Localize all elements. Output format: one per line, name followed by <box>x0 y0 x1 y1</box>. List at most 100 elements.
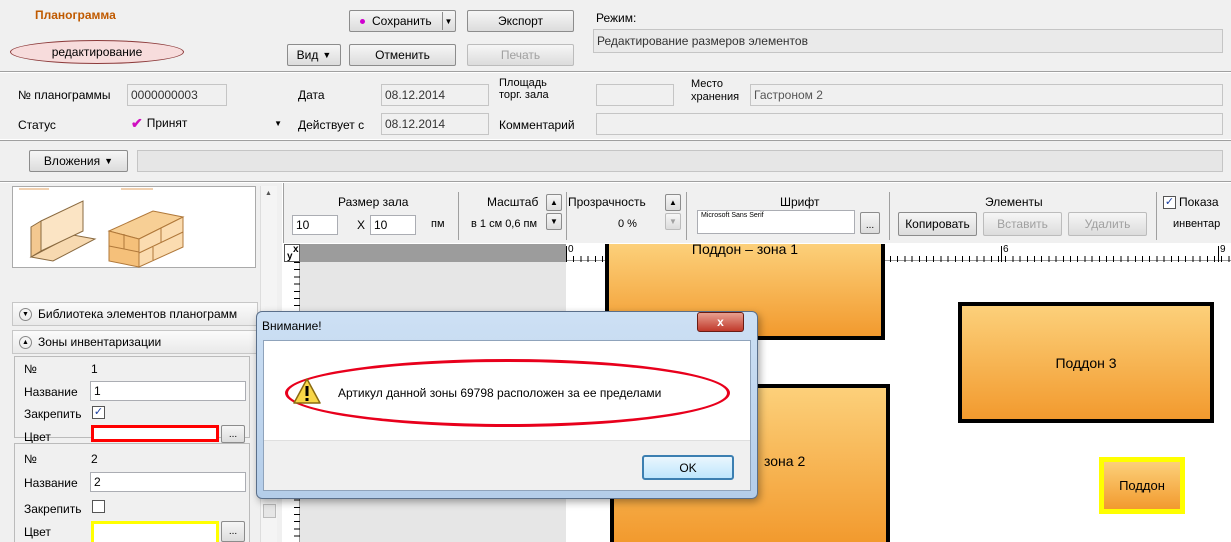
zone-name-label: Название <box>24 385 78 399</box>
valid-from-value: 08.12.2014 <box>385 117 446 131</box>
area-field <box>596 84 674 106</box>
show-inventory-checkbox[interactable]: ✓ <box>1163 196 1176 209</box>
save-button-label: Сохранить <box>372 14 432 28</box>
font-label: Шрифт <box>780 195 820 209</box>
scale-down-button[interactable]: ▼ <box>546 213 562 230</box>
scale-up-button[interactable]: ▲ <box>546 194 562 211</box>
storage-field[interactable]: Гастроном 2 <box>750 84 1223 106</box>
ruler-tick-label: 0 <box>568 244 574 255</box>
zone-color-swatch[interactable] <box>91 425 219 442</box>
save-button[interactable]: Сохранить ▼ <box>349 10 456 32</box>
date-label: Дата <box>298 88 325 102</box>
x-label: X <box>357 218 366 232</box>
hall-height-input[interactable]: 10 <box>370 215 416 235</box>
hall-width-input[interactable]: 10 <box>292 215 338 235</box>
scale-value: в 1 см 0,6 пм <box>471 218 538 230</box>
storage-value: Гастроном 2 <box>754 88 823 102</box>
pallet-3[interactable]: Поддон 3 <box>958 302 1214 423</box>
ruler-corner: y x <box>284 244 300 262</box>
export-button-label: Экспорт <box>497 14 544 28</box>
zone-name-label: Название <box>24 476 78 490</box>
transparency-down-button[interactable]: ▼ <box>665 213 681 230</box>
print-button[interactable]: Печать <box>467 44 574 66</box>
transparency-label: Прозрачность <box>568 195 646 209</box>
copy-button[interactable]: Копировать <box>898 212 977 236</box>
color-browse-button[interactable]: ... <box>221 425 245 443</box>
pallet-label: зона 2 <box>764 453 806 469</box>
scroll-thumb[interactable] <box>263 504 276 518</box>
zone-color-swatch[interactable] <box>91 521 219 542</box>
area-label-2: торг. зала <box>499 89 549 101</box>
zone-lock-label: Закрепить <box>24 502 82 516</box>
font-field[interactable]: Microsoft Sans Serif <box>697 210 855 234</box>
chevron-down-icon[interactable]: ▼ <box>442 12 454 30</box>
copy-button-label: Копировать <box>905 217 970 231</box>
transparency-value: 0 % <box>618 218 637 230</box>
comment-field[interactable] <box>596 113 1223 135</box>
color-browse-button[interactable]: ... <box>221 521 245 542</box>
pallet-label: Поддон <box>1119 478 1165 493</box>
date-value: 08.12.2014 <box>385 88 446 102</box>
font-browse-label: ... <box>865 220 875 231</box>
storage-label-1: Место <box>691 78 723 90</box>
zone-color-label: Цвет <box>24 430 51 444</box>
elements-label: Элементы <box>985 195 1043 209</box>
chevron-down-icon: ▼ <box>322 50 332 60</box>
transparency-up-button[interactable]: ▲ <box>665 194 681 211</box>
export-button[interactable]: Экспорт <box>467 10 574 32</box>
delete-button-label: Удалить <box>1084 217 1131 231</box>
comment-label: Комментарий <box>499 118 575 132</box>
mode-value-text: Редактирование размеров элементов <box>597 34 808 48</box>
hall-width-value: 10 <box>296 218 310 232</box>
ruler-tick-label: 6 <box>1003 244 1009 255</box>
ok-button[interactable]: OK <box>642 455 734 480</box>
zone-name-input[interactable]: 1 <box>90 381 246 401</box>
zone-lock-label: Закрепить <box>24 407 82 421</box>
element-preview <box>12 186 256 268</box>
number-field: 0000000003 <box>127 84 227 106</box>
library-header[interactable]: ▼ Библиотека элементов планограмм <box>12 302 258 326</box>
cancel-button-label: Отменить <box>375 48 430 62</box>
zone-color-label: Цвет <box>24 525 51 539</box>
toolbar-divider <box>458 192 459 240</box>
pallet-small[interactable]: Поддон <box>1099 457 1185 514</box>
cancel-button[interactable]: Отменить <box>349 44 456 66</box>
status-label: Статус <box>18 118 56 132</box>
scale-label: Масштаб <box>487 195 539 209</box>
zone-lock-checkbox[interactable] <box>92 500 105 513</box>
delete-button[interactable]: Удалить <box>1068 212 1147 236</box>
save-dot-icon <box>360 18 365 24</box>
storage-label-2: хранения <box>691 91 740 103</box>
zone-name-input[interactable]: 2 <box>90 472 246 492</box>
zone-name-value: 1 <box>94 384 101 398</box>
toolbar-divider <box>889 192 890 240</box>
dialog-close-button[interactable]: x <box>697 312 744 332</box>
shelf-and-bricks-icon <box>19 188 185 268</box>
attachments-field[interactable] <box>137 150 1223 172</box>
paste-button[interactable]: Вставить <box>983 212 1062 236</box>
zone-lock-checkbox[interactable]: ✓ <box>92 406 105 419</box>
pallet-label: Поддон – зона 1 <box>691 241 799 257</box>
dialog-message: Артикул данной зоны 69798 расположен за … <box>338 386 662 400</box>
view-button-label: Вид <box>296 48 319 62</box>
hall-size-label: Размер зала <box>338 195 409 209</box>
date-field: 08.12.2014 <box>381 84 489 106</box>
zone-number-label: № <box>24 452 37 466</box>
valid-from-label: Действует с <box>298 118 365 132</box>
paste-button-label: Вставить <box>997 217 1048 231</box>
ruler-corner-x: x <box>293 244 299 255</box>
attachments-button[interactable]: Вложения ▼ <box>29 150 128 172</box>
zones-header[interactable]: ▲ Зоны инвентаризации <box>12 330 258 354</box>
status-select[interactable]: ✔ Принят ▼ <box>127 113 289 133</box>
scroll-up-icon[interactable]: ▲ <box>265 190 272 197</box>
font-browse-button[interactable]: ... <box>860 212 880 234</box>
chevron-down-icon: ▼ <box>104 156 114 166</box>
status-value: Принят <box>146 116 188 130</box>
show-label: Показа <box>1179 195 1219 209</box>
checkmark-icon: ✔ <box>131 114 143 131</box>
area-label-1: Площадь <box>499 77 547 89</box>
view-button[interactable]: Вид ▼ <box>287 44 341 66</box>
valid-from-field: 08.12.2014 <box>381 113 489 135</box>
pallet-label: Поддон 3 <box>1055 354 1117 371</box>
warning-icon <box>293 378 321 404</box>
